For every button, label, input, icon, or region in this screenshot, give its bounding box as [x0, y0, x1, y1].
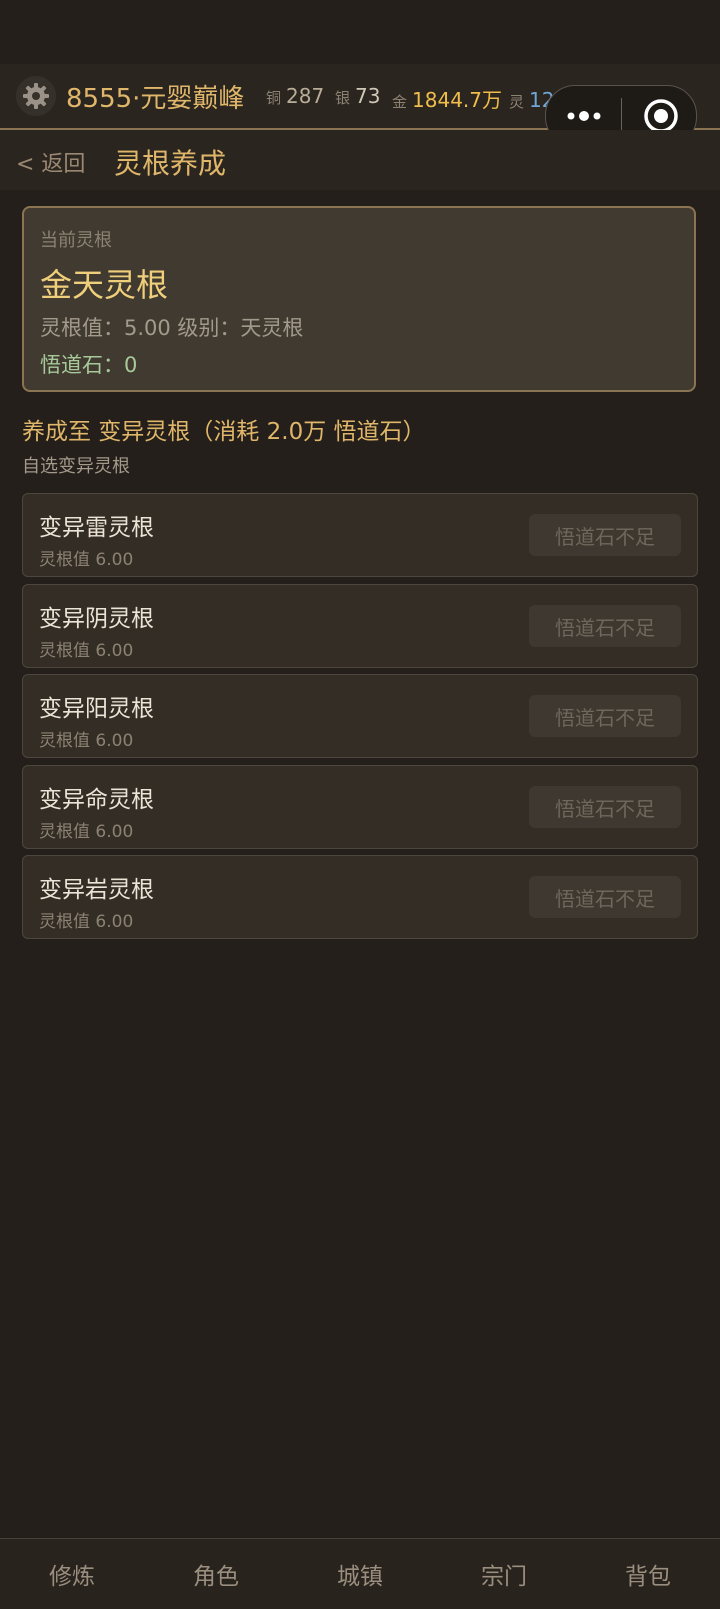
back-button[interactable]: < 返回: [16, 146, 85, 178]
silver-currency: 银 73: [335, 84, 381, 108]
option-button[interactable]: 悟道石不足: [529, 786, 681, 828]
nav-bar: < 返回 灵根养成: [0, 130, 720, 190]
tab-character[interactable]: 角色: [144, 1539, 288, 1609]
current-caption: 当前灵根: [40, 230, 112, 251]
option-button[interactable]: 悟道石不足: [529, 605, 681, 647]
option-value: 灵根值 6.00: [39, 641, 134, 661]
tab-town[interactable]: 城镇: [288, 1539, 432, 1609]
current-root-card: 当前灵根 金天灵根 灵根值：5.00 级别：天灵根 悟道石：0: [22, 206, 696, 392]
option-button[interactable]: 悟道石不足: [529, 876, 681, 918]
option-value: 灵根值 6.00: [39, 550, 134, 570]
gold-currency: 金 1844.7万: [392, 88, 502, 112]
bottom-nav: 修炼 角色 城镇 宗门 背包: [0, 1538, 720, 1609]
option-name: 变异岩灵根: [39, 877, 154, 903]
current-root-stats: 灵根值：5.00 级别：天灵根: [40, 316, 304, 340]
option-value: 灵根值 6.00: [39, 822, 134, 842]
option-card: 变异岩灵根 灵根值 6.00 悟道石不足: [22, 855, 698, 939]
tab-sect[interactable]: 宗门: [432, 1539, 576, 1609]
option-button[interactable]: 悟道石不足: [529, 514, 681, 556]
enlightenment-stones: 悟道石：0: [40, 353, 138, 377]
option-card: 变异阴灵根 灵根值 6.00 悟道石不足: [22, 584, 698, 668]
option-name: 变异雷灵根: [39, 515, 154, 541]
status-bar: [0, 0, 720, 64]
close-target-icon[interactable]: [643, 98, 679, 134]
option-name: 变异命灵根: [39, 787, 154, 813]
copper-currency: 铜 287: [266, 84, 325, 108]
option-button[interactable]: 悟道石不足: [529, 695, 681, 737]
page-title: 灵根养成: [114, 147, 227, 180]
option-value: 灵根值 6.00: [39, 731, 134, 751]
option-value: 灵根值 6.00: [39, 912, 134, 932]
option-card: 变异阳灵根 灵根值 6.00 悟道石不足: [22, 674, 698, 758]
upgrade-headline: 养成至 变异灵根（消耗 2.0万 悟道石）: [22, 419, 426, 445]
option-name: 变异阳灵根: [39, 696, 154, 722]
current-root-name: 金天灵根: [40, 266, 169, 304]
tab-cultivate[interactable]: 修炼: [0, 1539, 144, 1609]
more-icon[interactable]: [564, 106, 604, 126]
gear-icon[interactable]: [16, 76, 56, 116]
player-name: 8555·元婴巅峰: [66, 84, 245, 114]
tab-backpack[interactable]: 背包: [576, 1539, 720, 1609]
option-card: 变异雷灵根 灵根值 6.00 悟道石不足: [22, 493, 698, 577]
upgrade-subtitle: 自选变异灵根: [22, 456, 130, 477]
option-name: 变异阴灵根: [39, 606, 154, 632]
capsule-divider: [621, 98, 622, 134]
option-card: 变异命灵根 灵根值 6.00 悟道石不足: [22, 765, 698, 849]
